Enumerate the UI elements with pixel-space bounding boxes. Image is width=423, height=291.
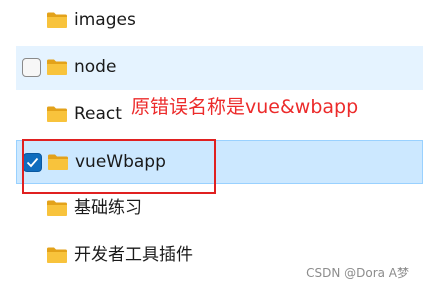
folder-label: images <box>74 10 136 30</box>
folder-icon <box>46 11 68 29</box>
row-checkbox[interactable] <box>22 58 41 77</box>
folder-label: 开发者工具插件 <box>74 245 193 265</box>
annotation-text: 原错误名称是vue&wbapp <box>131 96 359 118</box>
highlight-box <box>22 139 216 194</box>
folder-label: node <box>74 57 117 77</box>
folder-row-images[interactable]: images <box>16 0 423 43</box>
folder-icon <box>46 58 68 76</box>
folder-row-node[interactable]: node <box>16 46 423 90</box>
watermark: CSDN @Dora A梦 <box>306 266 409 280</box>
folder-label: React <box>74 104 122 124</box>
folder-icon <box>46 105 68 123</box>
folder-icon <box>46 199 68 217</box>
folder-label: 基础练习 <box>74 198 142 218</box>
folder-icon <box>46 246 68 264</box>
